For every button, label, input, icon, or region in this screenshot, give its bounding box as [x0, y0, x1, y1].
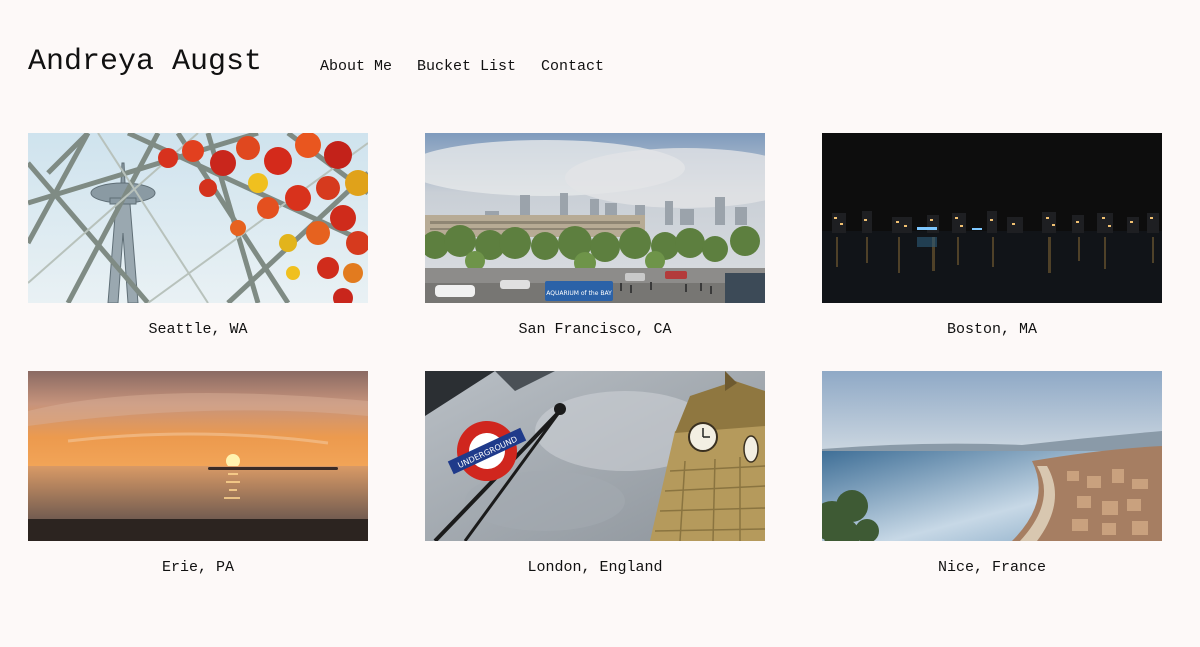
gallery-card-erie[interactable]: Erie, PA: [28, 371, 368, 577]
caption-nice: Nice, France: [937, 559, 1047, 576]
photo-gallery: Seattle, WA AQUARIUM of the BAY San Fran…: [28, 133, 1163, 577]
gallery-card-seattle[interactable]: Seattle, WA: [28, 133, 368, 339]
gallery-card-nice[interactable]: Nice, France: [822, 371, 1162, 577]
nice-photo[interactable]: [822, 371, 1162, 541]
caption-seattle: Seattle, WA: [148, 321, 248, 338]
gallery-card-london[interactable]: UNDERGROUND London, England: [425, 371, 765, 577]
site-title[interactable]: Andreya Augst: [28, 44, 262, 80]
erie-photo[interactable]: [28, 371, 368, 541]
boston-photo[interactable]: [822, 133, 1162, 303]
nav-bucket-list[interactable]: Bucket List: [417, 58, 516, 76]
nav-about-me[interactable]: About Me: [320, 58, 392, 76]
nav-contact[interactable]: Contact: [541, 58, 604, 76]
caption-london: London, England: [527, 559, 663, 576]
gallery-card-san-francisco[interactable]: AQUARIUM of the BAY San Francisco, CA: [425, 133, 765, 339]
main-nav: About Me Bucket List Contact: [320, 58, 604, 76]
san-francisco-photo[interactable]: AQUARIUM of the BAY: [425, 133, 765, 303]
gallery-card-boston[interactable]: Boston, MA: [822, 133, 1162, 339]
aquarium-sign-text: AQUARIUM of the BAY: [546, 290, 612, 297]
caption-erie: Erie, PA: [161, 559, 234, 576]
london-photo[interactable]: UNDERGROUND: [425, 371, 765, 541]
seattle-photo[interactable]: [28, 133, 368, 303]
caption-san-francisco: San Francisco, CA: [518, 321, 672, 338]
caption-boston: Boston, MA: [946, 321, 1037, 338]
